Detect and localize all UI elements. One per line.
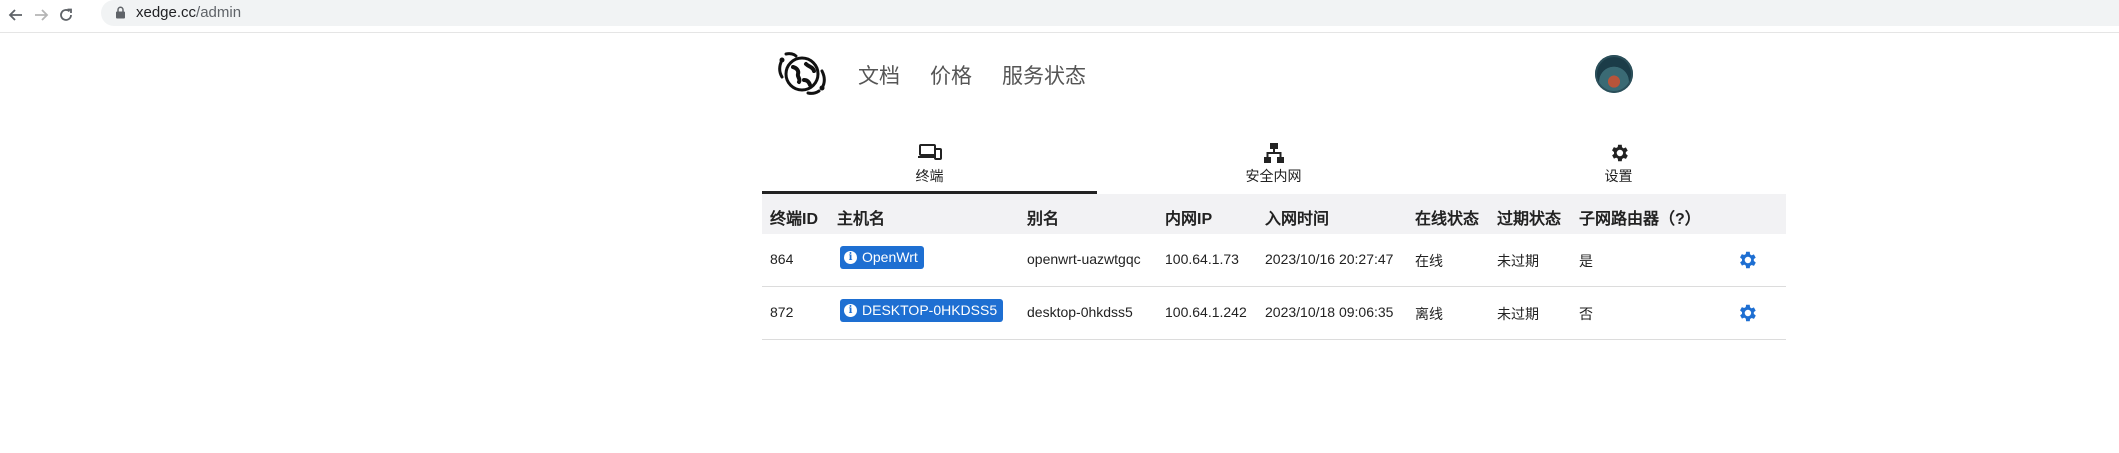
table-row: 864 i OpenWrt openwrt-uazwtgqc 100.64.1.7…	[762, 234, 1786, 287]
hostname-badge[interactable]: i DESKTOP-0HKDSS5	[840, 299, 1004, 322]
column-header: 终端ID	[770, 211, 819, 228]
hostname-text: DESKTOP-0HKDSS5	[862, 302, 998, 318]
device-table: 终端ID 主机名 别名 内网IP 入网时间 在线状态 过期状态 子网路由器（?）…	[762, 194, 1786, 340]
forward-icon[interactable]	[30, 4, 52, 26]
hostname-text: OpenWrt	[862, 249, 918, 265]
site-logo-icon[interactable]	[776, 52, 828, 96]
online-status: 离线	[1415, 306, 1443, 322]
join-time: 2023/10/16 20:27:47	[1265, 251, 1394, 267]
table-header: 终端ID 主机名 别名 内网IP 入网时间 在线状态 过期状态 子网路由器（?）	[762, 194, 1786, 234]
device-alias: openwrt-uazwtgqc	[1027, 251, 1141, 267]
column-header: 在线状态	[1415, 211, 1480, 228]
column-header: 内网IP	[1165, 211, 1213, 228]
subnet-router-value: 否	[1579, 306, 1593, 322]
hostname-badge[interactable]: i OpenWrt	[840, 246, 924, 269]
tab-bar: 终端 安全内网 设置	[762, 140, 1786, 194]
join-time: 2023/10/18 09:06:35	[1265, 304, 1394, 320]
expiry-status: 未过期	[1497, 253, 1539, 269]
tab-devices[interactable]: 终端	[762, 140, 1097, 194]
row-settings-gear-icon[interactable]	[1736, 302, 1758, 324]
nav-pricing-link[interactable]: 价格	[930, 60, 972, 90]
table-row: 872 i DESKTOP-0HKDSS5 desktop-0hkdss5 100…	[762, 287, 1786, 340]
tab-devices-label: 终端	[915, 168, 944, 184]
network-icon	[1106, 142, 1441, 164]
reload-icon[interactable]	[55, 4, 77, 26]
expiry-status: 未过期	[1497, 306, 1539, 322]
row-settings-gear-icon[interactable]	[1736, 249, 1758, 271]
subnet-router-value: 是	[1579, 253, 1593, 269]
user-avatar[interactable]	[1595, 55, 1633, 93]
device-ip: 100.64.1.73	[1165, 251, 1239, 267]
device-ip: 100.64.1.242	[1165, 304, 1247, 320]
device-id: 872	[770, 304, 794, 320]
url-text: xedge.cc/admin	[136, 4, 242, 21]
tab-settings-label: 设置	[1604, 168, 1633, 184]
lock-icon	[115, 6, 126, 24]
address-bar[interactable]: xedge.cc/admin	[101, 0, 2119, 26]
back-icon[interactable]	[5, 4, 27, 26]
column-header: 别名	[1027, 211, 1060, 228]
column-header: 子网路由器（?）	[1579, 211, 1701, 228]
device-alias: desktop-0hkdss5	[1027, 304, 1133, 320]
tab-secure-network[interactable]: 安全内网	[1106, 140, 1441, 194]
nav-docs-link[interactable]: 文档	[858, 60, 900, 90]
tab-settings[interactable]: 设置	[1451, 140, 1786, 194]
device-id: 864	[770, 251, 794, 267]
tab-secure-network-label: 安全内网	[1245, 168, 1302, 184]
column-header: 主机名	[837, 211, 886, 228]
column-header: 过期状态	[1497, 211, 1562, 228]
devices-icon	[762, 142, 1097, 164]
browser-toolbar: xedge.cc/admin	[0, 0, 2119, 33]
info-icon: i	[844, 304, 857, 317]
gear-icon	[1451, 142, 1786, 164]
column-header: 入网时间	[1265, 211, 1330, 228]
online-status: 在线	[1415, 253, 1443, 269]
info-icon: i	[844, 251, 857, 264]
nav-service-status-link[interactable]: 服务状态	[1002, 60, 1086, 90]
